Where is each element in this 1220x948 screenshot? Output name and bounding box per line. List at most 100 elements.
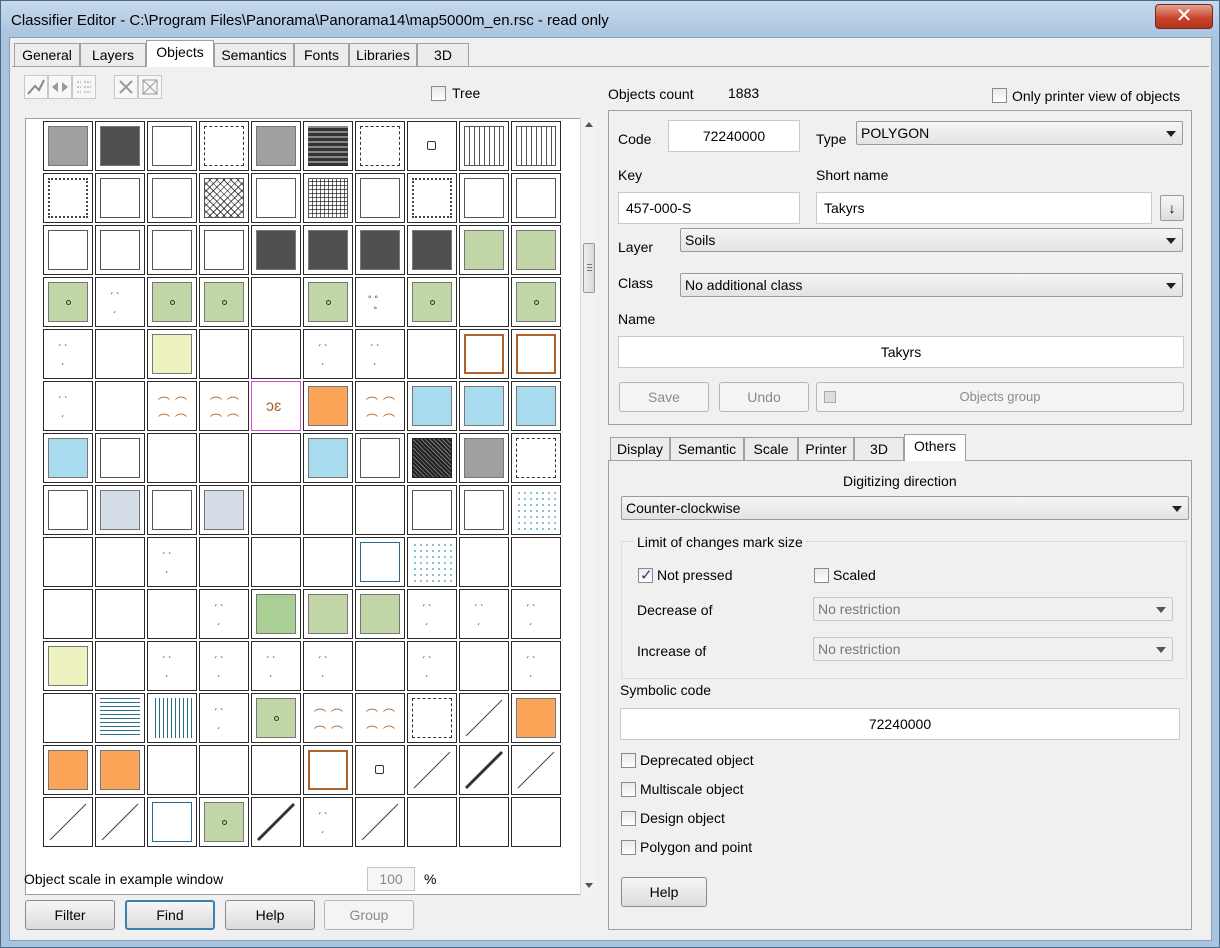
symbol-cell[interactable] bbox=[251, 173, 301, 223]
symbol-cell[interactable]: ⌒⌒ ⌒⌒ bbox=[303, 693, 353, 743]
symbol-cell[interactable] bbox=[43, 641, 93, 691]
symbol-cell[interactable] bbox=[407, 485, 457, 535]
symbol-cell[interactable] bbox=[459, 433, 509, 483]
symbol-cell[interactable] bbox=[511, 433, 561, 483]
clear-symbol-icon[interactable] bbox=[138, 75, 162, 99]
symbol-cell[interactable] bbox=[303, 277, 353, 327]
symbol-cell[interactable] bbox=[251, 745, 301, 795]
symbol-cell[interactable] bbox=[459, 381, 509, 431]
symbol-cell[interactable] bbox=[407, 121, 457, 171]
symbol-cell[interactable] bbox=[199, 225, 249, 275]
symbol-cell[interactable] bbox=[355, 745, 405, 795]
symbol-cell[interactable]: ˊ ˋ ˏ bbox=[303, 641, 353, 691]
name-field[interactable]: Takyrs bbox=[618, 336, 1184, 368]
symbol-cell[interactable] bbox=[251, 537, 301, 587]
symbol-cell[interactable] bbox=[147, 121, 197, 171]
symbol-cell[interactable] bbox=[303, 589, 353, 639]
symbol-cell[interactable] bbox=[459, 277, 509, 327]
symbol-cell[interactable] bbox=[251, 329, 301, 379]
symbol-cell[interactable] bbox=[147, 485, 197, 535]
symbol-cell[interactable] bbox=[303, 745, 353, 795]
symbol-cell[interactable]: ˊ ˋ ˏ bbox=[459, 589, 509, 639]
symbol-cell[interactable] bbox=[511, 797, 561, 847]
symbol-cell[interactable] bbox=[251, 121, 301, 171]
subtab-3d[interactable]: 3D bbox=[854, 437, 904, 461]
symbol-cell[interactable]: ˊ ˋ ˏ bbox=[251, 641, 301, 691]
symbol-cell[interactable]: ˊ ˋ ˏ bbox=[43, 381, 93, 431]
symbol-cell[interactable] bbox=[95, 173, 145, 223]
tree-checkbox[interactable] bbox=[431, 86, 446, 101]
symbol-cell[interactable] bbox=[407, 693, 457, 743]
symbol-cell[interactable] bbox=[43, 121, 93, 171]
symbol-cell[interactable]: ˊ ˋ ˏ bbox=[511, 641, 561, 691]
symbol-cell[interactable] bbox=[511, 329, 561, 379]
symbol-cell[interactable]: ˊ ˋ ˏ bbox=[407, 589, 457, 639]
move-symbols-icon[interactable] bbox=[48, 75, 72, 99]
symbol-cell[interactable]: ˊ ˋ ˏ bbox=[95, 277, 145, 327]
symbol-cell[interactable] bbox=[95, 745, 145, 795]
symbol-cell[interactable] bbox=[43, 745, 93, 795]
symbol-cell[interactable]: ⌒⌒ ⌒⌒ bbox=[355, 381, 405, 431]
symbol-cell[interactable] bbox=[199, 329, 249, 379]
symbol-cell[interactable] bbox=[303, 121, 353, 171]
symbol-cell[interactable]: ˊ ˋ ˏ bbox=[199, 589, 249, 639]
symbol-cell[interactable] bbox=[355, 433, 405, 483]
key-field[interactable]: 457-000-S bbox=[618, 192, 800, 224]
scroll-thumb[interactable] bbox=[583, 243, 595, 293]
symbol-cell[interactable] bbox=[251, 225, 301, 275]
symbol-cell[interactable] bbox=[95, 641, 145, 691]
symbol-cell[interactable] bbox=[303, 485, 353, 535]
symbol-cell[interactable] bbox=[251, 589, 301, 639]
printer-view-checkbox[interactable] bbox=[992, 88, 1007, 103]
symbol-cell[interactable] bbox=[407, 433, 457, 483]
symbol-cell[interactable] bbox=[459, 797, 509, 847]
symbol-cell[interactable] bbox=[511, 173, 561, 223]
symbol-cell[interactable] bbox=[407, 173, 457, 223]
symbol-cell[interactable] bbox=[459, 121, 509, 171]
multiscale-object-checkbox[interactable] bbox=[621, 782, 636, 797]
symbol-cell[interactable] bbox=[147, 693, 197, 743]
symbol-cell[interactable] bbox=[459, 329, 509, 379]
symbol-cell[interactable] bbox=[43, 537, 93, 587]
tab-general[interactable]: General bbox=[14, 43, 80, 67]
subtab-others[interactable]: Others bbox=[904, 434, 966, 461]
symbol-cell[interactable]: ɔɛ bbox=[251, 381, 301, 431]
symbol-cell[interactable] bbox=[95, 381, 145, 431]
tab-layers[interactable]: Layers bbox=[80, 43, 146, 67]
code-field[interactable]: 72240000 bbox=[668, 120, 800, 152]
symbol-cell[interactable]: ˊ ˋ ˏ bbox=[303, 797, 353, 847]
symbol-cell[interactable]: ˊ ˋ ˏ bbox=[355, 329, 405, 379]
symbol-cell[interactable]: ˊ ˋ ˏ bbox=[147, 641, 197, 691]
filter-button[interactable]: Filter bbox=[25, 900, 115, 930]
symbol-cell[interactable] bbox=[303, 173, 353, 223]
symbol-cell[interactable] bbox=[43, 225, 93, 275]
delete-symbol-icon[interactable] bbox=[114, 75, 138, 99]
symbol-cell[interactable] bbox=[251, 485, 301, 535]
subtab-semantic[interactable]: Semantic bbox=[670, 437, 744, 461]
symbol-cell[interactable] bbox=[511, 745, 561, 795]
symbol-cell[interactable] bbox=[511, 537, 561, 587]
tab-semantics[interactable]: Semantics bbox=[214, 43, 294, 67]
symbol-cell[interactable] bbox=[43, 433, 93, 483]
tab-objects[interactable]: Objects bbox=[146, 40, 214, 67]
symbol-cell[interactable] bbox=[43, 693, 93, 743]
symbol-cell[interactable] bbox=[459, 537, 509, 587]
tab-libraries[interactable]: Libraries bbox=[349, 43, 417, 67]
symbol-cell[interactable] bbox=[147, 797, 197, 847]
type-select[interactable]: POLYGON bbox=[856, 121, 1183, 145]
symbol-cell[interactable]: ˊ ˋ ˏ bbox=[303, 329, 353, 379]
tab-3d[interactable]: 3D bbox=[417, 43, 469, 67]
symbol-cell[interactable] bbox=[459, 225, 509, 275]
copy-down-button[interactable]: ↓ bbox=[1160, 195, 1184, 221]
tab-fonts[interactable]: Fonts bbox=[294, 43, 349, 67]
symbol-cell[interactable] bbox=[407, 381, 457, 431]
symbol-cell[interactable] bbox=[95, 329, 145, 379]
symbol-cell[interactable] bbox=[95, 797, 145, 847]
symbol-cell[interactable] bbox=[43, 797, 93, 847]
help-button-right[interactable]: Help bbox=[621, 877, 707, 907]
symbol-cell[interactable] bbox=[303, 537, 353, 587]
symbol-cell[interactable] bbox=[511, 277, 561, 327]
symbol-cell[interactable] bbox=[459, 693, 509, 743]
symbol-cell[interactable]: ˊ ˋ ˏ bbox=[199, 693, 249, 743]
symbol-cell[interactable]: ⌒⌒ ⌒⌒ bbox=[355, 693, 405, 743]
